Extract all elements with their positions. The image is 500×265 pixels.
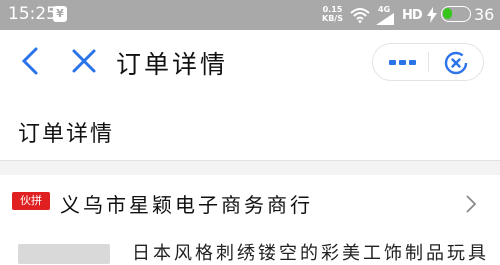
mini-program-capsule	[372, 43, 484, 81]
page-title: 订单详情	[116, 50, 229, 79]
product-row[interactable]: 日本风格刺绣镂空的彩美工饰制品玩具	[0, 231, 500, 264]
signal-icon	[376, 13, 394, 25]
battery-icon	[441, 6, 471, 22]
network-speed-unit: KB/S	[322, 14, 343, 23]
close-icon[interactable]	[70, 47, 98, 75]
section-title: 订单详情	[18, 122, 115, 147]
network-speed: 0.15 KB/S	[322, 5, 343, 23]
title-bar: 订单详情	[0, 30, 500, 92]
shop-name: 义乌市星颖电子商务商行	[60, 193, 313, 217]
product-title: 日本风格刺绣镂空的彩美工饰制品玩具	[132, 243, 489, 264]
back-arrow-icon[interactable]	[18, 46, 44, 76]
charging-icon	[427, 7, 437, 23]
product-thumbnail	[18, 244, 110, 264]
battery-percent: 36	[474, 5, 495, 24]
battery-fill	[443, 8, 452, 19]
wifi-icon	[350, 8, 370, 23]
status-time: 15:25	[8, 4, 57, 24]
payment-app-icon: ¥	[53, 6, 67, 22]
section-divider	[0, 160, 500, 175]
network-speed-value: 0.15	[322, 5, 343, 14]
hd-voice-indicator: HD	[402, 8, 423, 23]
capsule-divider	[428, 52, 429, 72]
shop-row[interactable]: 伙拼 义乌市星颖电子商务商行	[0, 175, 500, 231]
more-options-icon[interactable]	[389, 60, 417, 66]
status-bar: 15:25 ¥ 0.15 KB/S 4G HD 36	[0, 0, 500, 30]
chevron-right-icon	[466, 195, 477, 213]
exit-mini-program-icon[interactable]	[443, 50, 469, 76]
group-buy-badge: 伙拼	[12, 192, 50, 210]
